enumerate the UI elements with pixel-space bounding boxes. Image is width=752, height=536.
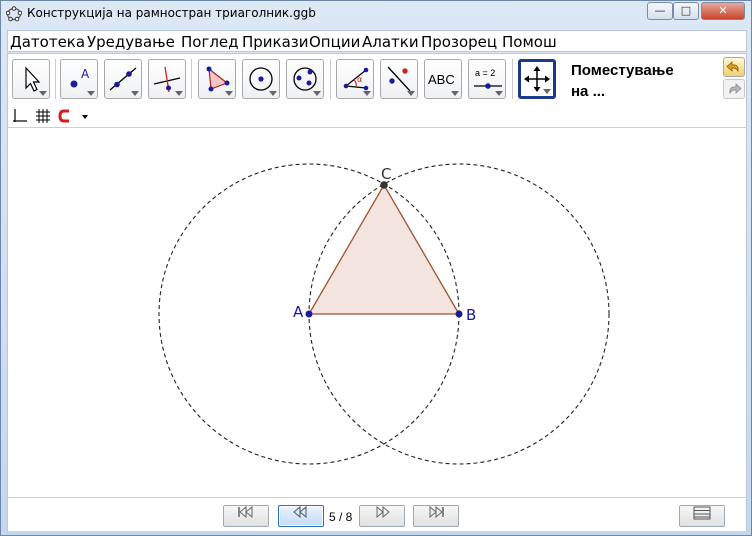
- alpha-symbol: α: [357, 75, 362, 84]
- tool-line[interactable]: [104, 59, 142, 99]
- active-tool-name: Поместување на ...: [571, 60, 711, 102]
- line-icon: [109, 67, 137, 91]
- play-forward-icon: [376, 505, 390, 519]
- point-a[interactable]: [305, 310, 313, 318]
- tool-move-graphics[interactable]: [518, 59, 556, 99]
- menu-tools[interactable]: Алатки: [362, 33, 419, 51]
- point-icon: A: [70, 67, 90, 88]
- last-icon: [429, 505, 444, 519]
- minimize-button[interactable]: —: [647, 2, 673, 20]
- menu-perspectives[interactable]: Прикази: [242, 33, 309, 51]
- dropdown-indicator: [407, 91, 415, 96]
- toolbar-separator: [330, 59, 331, 99]
- menu-options[interactable]: Опции: [309, 33, 360, 51]
- reflect-icon: [387, 66, 411, 92]
- table-icon: [693, 506, 711, 520]
- slider-tool-label: a = 2: [475, 68, 495, 78]
- slider-icon: a = 2: [474, 68, 502, 89]
- dropdown-indicator: [269, 91, 277, 96]
- text-icon: ABC: [428, 72, 455, 87]
- tool-reflect[interactable]: [380, 59, 418, 99]
- maximize-button[interactable]: □: [673, 2, 699, 20]
- toolbar: A α ABC a = 2 Поместување на ...: [8, 54, 746, 102]
- magnet-snap-icon[interactable]: [57, 107, 75, 125]
- dropdown-indicator: [495, 91, 503, 96]
- next-step-button[interactable]: [359, 505, 405, 527]
- dropdown-indicator: [543, 89, 551, 94]
- label-point-c: C: [381, 165, 391, 183]
- undo-icon: [726, 61, 739, 73]
- redo-button[interactable]: [723, 79, 745, 99]
- menu-edit[interactable]: Уредување: [87, 33, 175, 51]
- angle-icon: α: [343, 67, 369, 91]
- geometry-canvas[interactable]: A B C: [8, 130, 746, 496]
- dropdown-indicator: [451, 91, 459, 96]
- toolbar-separator: [55, 59, 56, 99]
- redo-icon: [729, 83, 742, 95]
- toolbar-separator: [512, 59, 513, 99]
- dropdown-indicator: [175, 91, 183, 96]
- window-title: Конструкција на рамностран триаголник.gg…: [27, 6, 316, 20]
- label-point-b: B: [466, 306, 476, 324]
- dropdown-indicator: [131, 91, 139, 96]
- tool-move[interactable]: [12, 59, 50, 99]
- dropdown-indicator: [313, 91, 321, 96]
- close-button[interactable]: ✕: [701, 2, 745, 20]
- tool-perpendicular[interactable]: [148, 59, 186, 99]
- geogebra-app-icon: [6, 6, 22, 22]
- construction-protocol-button[interactable]: [679, 505, 725, 527]
- first-step-button[interactable]: [223, 505, 269, 527]
- menu-help[interactable]: Помош: [502, 33, 557, 51]
- step-counter: 5 / 8: [329, 510, 353, 524]
- graphics-view[interactable]: A B C: [8, 130, 746, 496]
- tool-polygon[interactable]: [198, 59, 236, 99]
- undo-button[interactable]: [723, 57, 745, 77]
- circle-three-points-icon: [293, 67, 317, 91]
- dropdown-indicator: [39, 91, 47, 96]
- svg-text:A: A: [81, 67, 90, 81]
- menu-view[interactable]: Поглед: [181, 33, 239, 51]
- app-window: Конструкција на рамностран триаголник.gg…: [0, 0, 752, 536]
- active-tool-name-line2: на ...: [571, 83, 606, 100]
- style-bar: [8, 104, 746, 128]
- grid-toggle-icon[interactable]: [34, 107, 52, 125]
- equilateral-triangle[interactable]: [307, 183, 461, 315]
- tool-slider[interactable]: a = 2: [468, 59, 506, 99]
- text-tool-label: ABC: [428, 72, 455, 87]
- dropdown-indicator: [363, 91, 371, 96]
- menu-file[interactable]: Датотека: [10, 33, 85, 51]
- previous-step-button[interactable]: [278, 505, 324, 527]
- tool-point[interactable]: A: [60, 59, 98, 99]
- main-content: A α ABC a = 2 Поместување на ... A B C 5…: [7, 53, 747, 531]
- tool-circle-three-points[interactable]: [286, 59, 324, 99]
- menu-bar: Датотека Уредување Поглед Прикази Опции …: [7, 30, 747, 52]
- polygon-icon: [206, 66, 230, 92]
- label-point-a: A: [293, 303, 304, 321]
- point-b[interactable]: [455, 310, 463, 318]
- tool-circle-center[interactable]: [242, 59, 280, 99]
- tool-angle[interactable]: α: [336, 59, 374, 99]
- back-icon: [293, 505, 307, 519]
- point-capture-dropdown-icon[interactable]: [76, 107, 94, 125]
- construction-navigation-bar: 5 / 8: [8, 497, 746, 531]
- menu-window[interactable]: Прозорец: [421, 33, 497, 51]
- perpendicular-icon: [153, 66, 181, 93]
- arrow-select-icon: [25, 66, 41, 92]
- title-bar: Конструкција на рамностран триаголник.gg…: [1, 1, 751, 27]
- first-icon: [238, 505, 253, 519]
- circle-center-icon: [249, 67, 273, 91]
- dropdown-indicator: [87, 91, 95, 96]
- last-step-button[interactable]: [413, 505, 459, 527]
- active-tool-name-line1: Поместување: [571, 62, 674, 79]
- toolbar-separator: [191, 59, 192, 99]
- tool-text[interactable]: ABC: [424, 59, 462, 99]
- dropdown-indicator: [225, 91, 233, 96]
- axes-toggle-icon[interactable]: [11, 107, 29, 125]
